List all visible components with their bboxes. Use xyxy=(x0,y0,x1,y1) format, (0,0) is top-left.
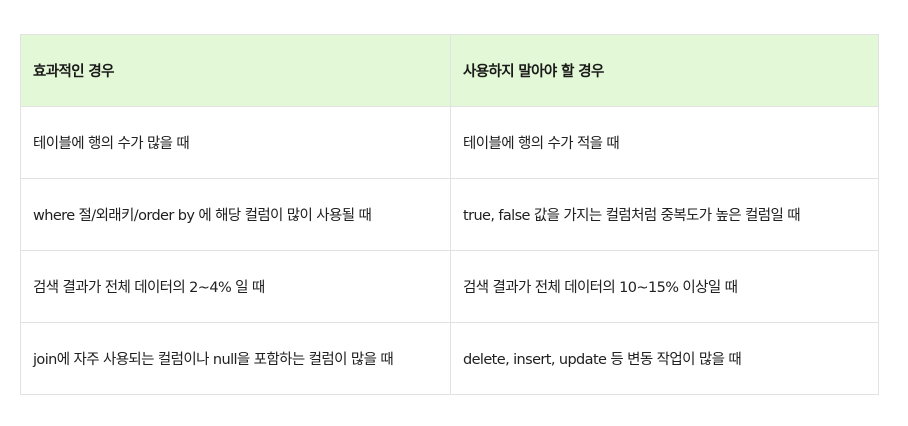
avoid-case-cell: true, false 값을 가지는 컬럼처럼 중복도가 높은 컬럼일 때 xyxy=(450,178,879,251)
effective-case-cell: 테이블에 행의 수가 많을 때 xyxy=(20,106,451,179)
table-row: where 절/외래키/order by 에 해당 컬럼이 많이 사용될 때 t… xyxy=(20,178,879,251)
comparison-table-container: 효과적인 경우 사용하지 말아야 할 경우 테이블에 행의 수가 많을 때 테이… xyxy=(20,34,879,395)
avoid-case-cell: 검색 결과가 전체 데이터의 10~15% 이상일 때 xyxy=(450,250,879,323)
effective-case-cell: 검색 결과가 전체 데이터의 2~4% 일 때 xyxy=(20,250,451,323)
header-effective-cases: 효과적인 경우 xyxy=(20,34,451,107)
table-row: 테이블에 행의 수가 많을 때 테이블에 행의 수가 적을 때 xyxy=(20,106,879,179)
table-row: join에 자주 사용되는 컬럼이나 null을 포함하는 컬럼이 많을 때 d… xyxy=(20,322,879,395)
avoid-case-cell: delete, insert, update 등 변동 작업이 많을 때 xyxy=(450,322,879,395)
avoid-case-cell: 테이블에 행의 수가 적을 때 xyxy=(450,106,879,179)
header-avoid-cases: 사용하지 말아야 할 경우 xyxy=(450,34,879,107)
table-header-row: 효과적인 경우 사용하지 말아야 할 경우 xyxy=(20,34,879,107)
table-row: 검색 결과가 전체 데이터의 2~4% 일 때 검색 결과가 전체 데이터의 1… xyxy=(20,250,879,323)
index-usage-comparison-table: 효과적인 경우 사용하지 말아야 할 경우 테이블에 행의 수가 많을 때 테이… xyxy=(20,34,879,395)
effective-case-cell: join에 자주 사용되는 컬럼이나 null을 포함하는 컬럼이 많을 때 xyxy=(20,322,451,395)
effective-case-cell: where 절/외래키/order by 에 해당 컬럼이 많이 사용될 때 xyxy=(20,178,451,251)
